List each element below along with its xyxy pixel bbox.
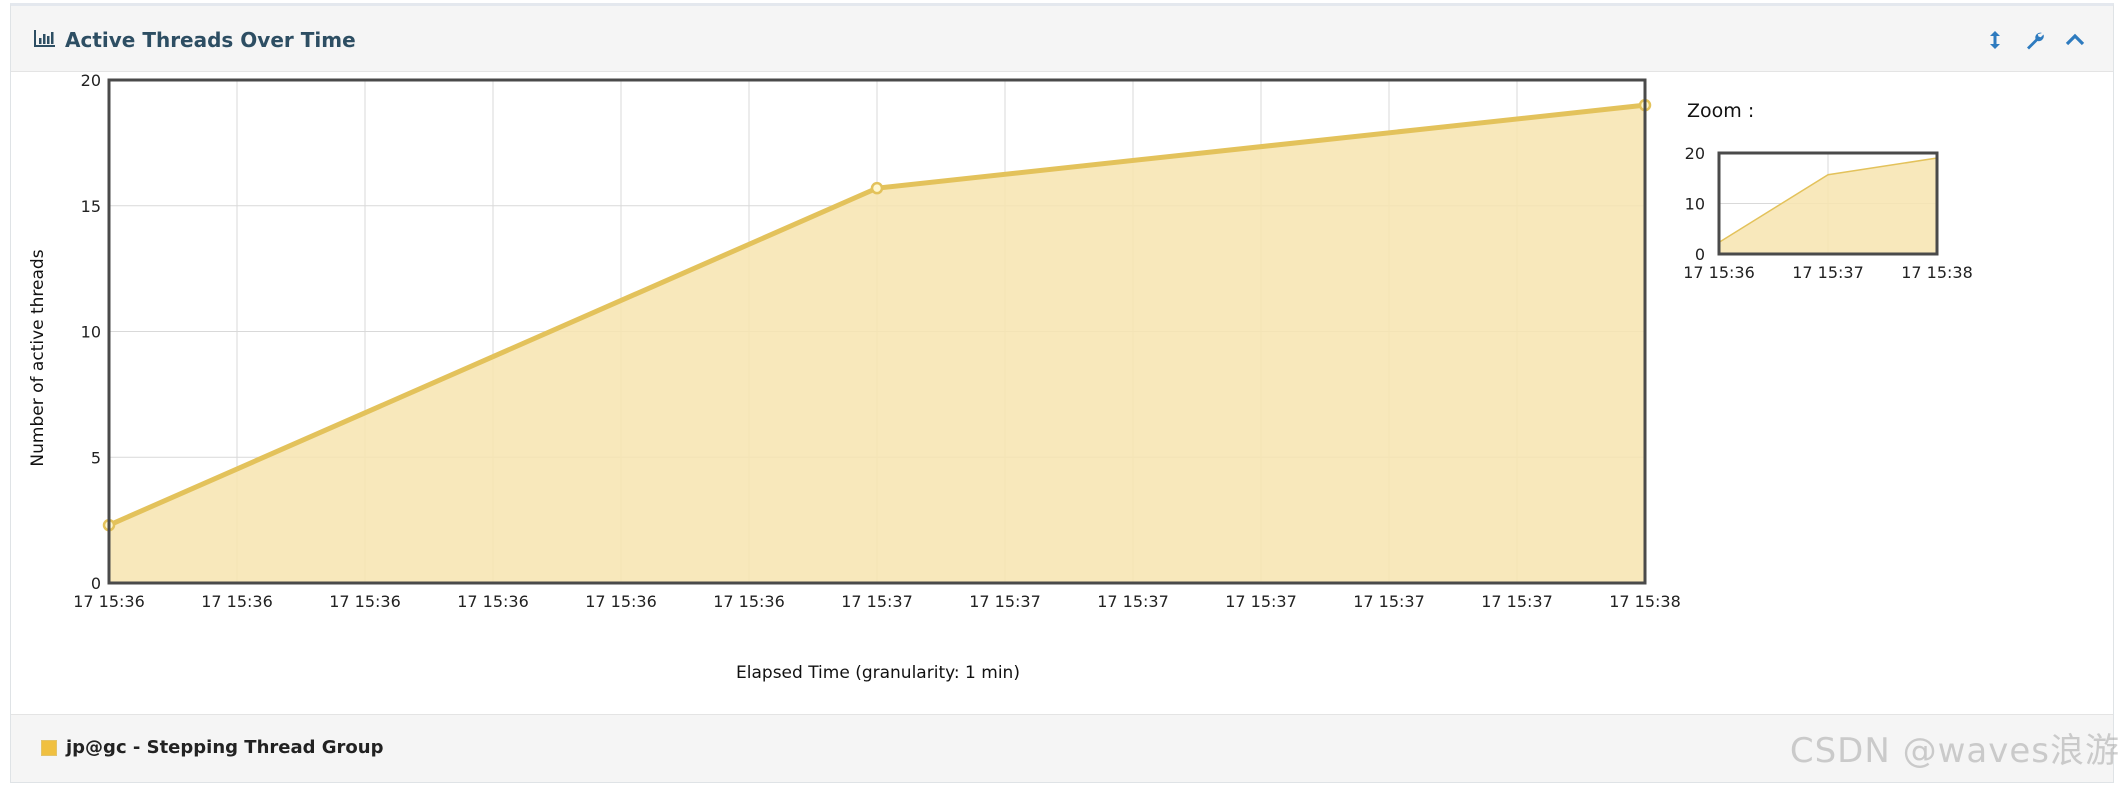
- x-tick-label: 17 15:36: [585, 592, 657, 611]
- x-axis-label: Elapsed Time (granularity: 1 min): [736, 663, 1020, 683]
- overview-y-tick-label: 0: [1695, 245, 1705, 264]
- x-tick-label: 17 15:36: [201, 592, 273, 611]
- overview-y-tick-label: 10: [1685, 195, 1705, 214]
- y-tick-label: 20: [81, 71, 101, 90]
- overview-x-tick-label: 17 15:37: [1792, 263, 1864, 282]
- legend-label: jp@gc - Stepping Thread Group: [66, 737, 384, 758]
- y-tick-label: 0: [91, 574, 101, 593]
- overview-y-ticks: 0 10 20: [1685, 144, 1705, 264]
- zoom-overview[interactable]: Zoom : 0 10 20 17 15:36 17 15:37 17 15:38: [1683, 100, 1973, 282]
- overview-x-tick-label: 17 15:36: [1683, 263, 1755, 282]
- data-point: [870, 181, 884, 195]
- x-tick-label: 17 15:37: [1353, 592, 1425, 611]
- x-tick-label: 17 15:37: [1225, 592, 1297, 611]
- y-tick-label: 5: [91, 448, 101, 467]
- x-tick-label: 17 15:36: [713, 592, 785, 611]
- chart-canvas: 05101520 17 15:36 17 15:36 17 15:36 17 15:3…: [28, 71, 1973, 683]
- y-axis-ticks: 0 5 10 15 20: [81, 71, 101, 593]
- x-tick-label: 17 15:37: [841, 592, 913, 611]
- overview-x-ticks: 17 15:36 17 15:37 17 15:38: [1683, 263, 1973, 282]
- x-tick-label: 17 15:37: [969, 592, 1041, 611]
- y-tick-label: 10: [81, 323, 101, 342]
- x-tick-label: 17 15:36: [457, 592, 529, 611]
- y-axis-label: Number of active threads: [28, 249, 48, 466]
- legend-swatch: [41, 739, 57, 756]
- x-tick-label: 17 15:37: [1481, 592, 1553, 611]
- zoom-label: Zoom :: [1687, 100, 1754, 122]
- y-tick-label: 15: [81, 197, 101, 216]
- x-tick-label: 17 15:36: [329, 592, 401, 611]
- x-tick-label: 17 15:37: [1097, 592, 1169, 611]
- x-tick-label: 17 15:38: [1609, 592, 1681, 611]
- legend-item-stepping-thread-group[interactable]: jp@gc - Stepping Thread Group: [41, 737, 384, 758]
- watermark: CSDN @waves浪游: [1789, 731, 2120, 771]
- active-threads-panel: Active Threads Over Time 0 5 10 15 20 17…: [10, 3, 2114, 783]
- overview-x-tick-label: 17 15:38: [1901, 263, 1973, 282]
- main-plot[interactable]: 05101520 17 15:36 17 15:36 17 15:36 17 15:3…: [28, 71, 1681, 683]
- x-tick-label: 17 15:36: [73, 592, 145, 611]
- x-axis-ticks: 17 15:36 17 15:36 17 15:36 17 15:36 17 15:36…: [73, 592, 1681, 611]
- overview-y-tick-label: 20: [1685, 144, 1705, 163]
